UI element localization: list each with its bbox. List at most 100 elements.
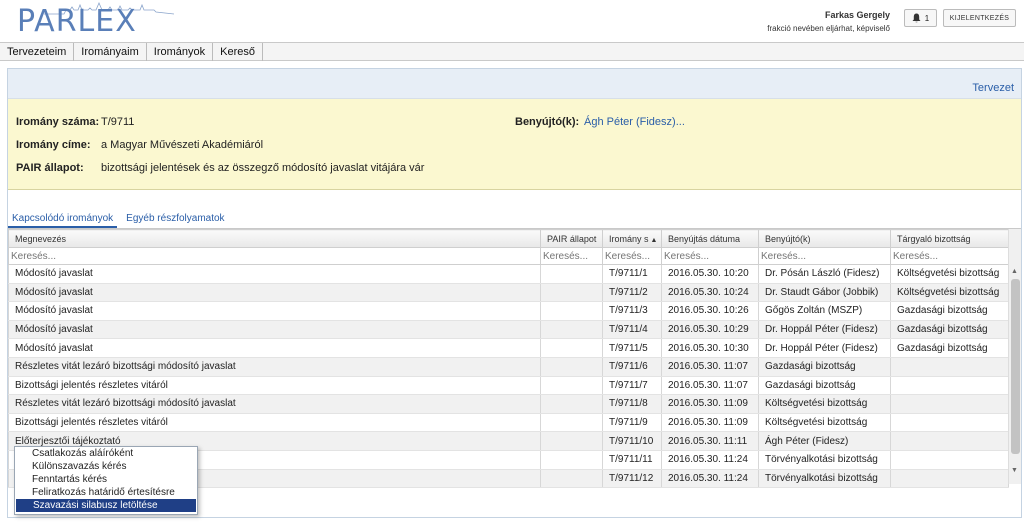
scroll-up-icon[interactable]: ▲ xyxy=(1011,268,1018,275)
column-header-megnevezes[interactable]: Megnevezés xyxy=(8,229,541,248)
cell-megnevezes: Bizottsági jelentés részletes vitáról xyxy=(8,413,541,433)
popup-item-csatlakozas[interactable]: Csatlakozás aláíróként xyxy=(15,447,197,460)
benyujto-label: Benyújtó(k): xyxy=(515,116,580,128)
cell-targyalo-bizottsag xyxy=(890,394,1009,414)
parlex-logo[interactable]: PARLEX xyxy=(17,4,137,39)
cell-targyalo-bizottsag: Gazdasági bizottság xyxy=(890,338,1009,358)
popup-item-feliratkozas[interactable]: Feliratkozás határidő értesítésre xyxy=(15,486,197,499)
cell-pair-allapot xyxy=(540,376,603,396)
cell-benyujto: Törvényalkotási bizottság xyxy=(758,469,891,489)
filter-input-benyujto[interactable] xyxy=(761,249,888,263)
cell-megnevezes: Módosító javaslat xyxy=(8,283,541,303)
cell-pair-allapot xyxy=(540,283,603,303)
cell-targyalo-bizottsag: Gazdasági bizottság xyxy=(890,320,1009,340)
filter-input-megnevezes[interactable] xyxy=(11,249,538,263)
cell-iromany-szam: T/9711/5 xyxy=(602,338,662,358)
table-row[interactable]: Módosító javaslat T/9711/5 2016.05.30. 10:… xyxy=(8,338,1009,358)
cell-benyujtas-datuma: 2016.05.30. 11:11 xyxy=(661,431,759,451)
cell-iromany-szam: T/9711/1 xyxy=(602,264,662,284)
cell-megnevezes: Módosító javaslat xyxy=(8,301,541,321)
cell-benyujtas-datuma: 2016.05.30. 10:26 xyxy=(661,301,759,321)
user-role: frakció nevében eljárhat, képviselő xyxy=(767,24,890,33)
cell-benyujto: Gőgös Zoltán (MSZP) xyxy=(758,301,891,321)
grid-filter-row xyxy=(8,247,1009,265)
tab-egyeb-reszfolyamatok[interactable]: Egyéb részfolyamatok xyxy=(122,211,228,228)
table-row[interactable]: Módosító javaslat T/9711/3 2016.05.30. 10:… xyxy=(8,301,1009,321)
cell-pair-allapot xyxy=(540,431,603,451)
menu-item-tervezeteim[interactable]: Tervezeteim xyxy=(0,43,75,61)
column-header-targyalo-bizottsag[interactable]: Tárgyaló bizottság xyxy=(890,229,1009,248)
menu-item-iromanyok[interactable]: Irományok xyxy=(147,43,214,61)
popup-item-fenntartas[interactable]: Fenntartás kérés xyxy=(15,473,197,486)
table-row[interactable]: Bizottsági jelentés részletes vitáról T/9… xyxy=(8,413,1009,433)
table-row[interactable]: Bizottsági jelentés részletes vitáról T/9… xyxy=(8,376,1009,396)
cell-benyujto: Gazdasági bizottság xyxy=(758,376,891,396)
table-row[interactable]: Módosító javaslat T/9711/4 2016.05.30. 10:… xyxy=(8,320,1009,340)
table-row[interactable]: Módosító javaslat T/9711/2 2016.05.30. 10:… xyxy=(8,283,1009,303)
popup-item-kulonszavazas[interactable]: Különszavazás kérés xyxy=(15,460,197,473)
filter-cell xyxy=(602,247,662,265)
cell-iromany-szam: T/9711/10 xyxy=(602,431,662,451)
pair-allapot-value: bizottsági jelentések és az összegző mód… xyxy=(101,162,425,174)
bell-icon xyxy=(912,13,921,23)
cell-iromany-szam: T/9711/4 xyxy=(602,320,662,340)
actions-popup-menu: Csatlakozás aláíróként Különszavazás kéré… xyxy=(14,446,198,515)
cell-megnevezes: Részletes vitát lezáró bizottsági módosí… xyxy=(8,394,541,414)
filter-cell xyxy=(890,247,1009,265)
cell-benyujto: Dr. Hoppál Péter (Fidesz) xyxy=(758,320,891,340)
grid-scrollbar[interactable]: ▲ ▼ xyxy=(1008,229,1021,484)
column-header-benyujtas-datuma[interactable]: Benyújtás dátuma xyxy=(661,229,759,248)
pair-allapot-label: PAIR állapot: xyxy=(16,162,84,174)
logout-button[interactable]: KIJELENTKEZÉS xyxy=(943,9,1016,27)
cell-megnevezes: Bizottsági jelentés részletes vitáról xyxy=(8,376,541,396)
cell-pair-allapot xyxy=(540,413,603,433)
tab-kapcsolodo-iromanyok[interactable]: Kapcsolódó irományok xyxy=(8,211,118,228)
cell-benyujto: Dr. Hoppál Péter (Fidesz) xyxy=(758,338,891,358)
cell-pair-allapot xyxy=(540,264,603,284)
table-row[interactable]: Részletes vitát lezáró bizottsági módosí… xyxy=(8,357,1009,377)
cell-targyalo-bizottsag xyxy=(890,431,1009,451)
filter-input-benyujtas-datuma[interactable] xyxy=(664,249,756,263)
menu-item-kereso[interactable]: Kereső xyxy=(213,43,263,61)
cell-benyujtas-datuma: 2016.05.30. 10:20 xyxy=(661,264,759,284)
iromany-szama-label: Iromány száma: xyxy=(16,116,100,128)
cell-iromany-szam: T/9711/2 xyxy=(602,283,662,303)
filter-input-targyalo-bizottsag[interactable] xyxy=(893,249,1006,263)
cell-benyujtas-datuma: 2016.05.30. 11:07 xyxy=(661,357,759,377)
cell-iromany-szam: T/9711/6 xyxy=(602,357,662,377)
user-info: Farkas Gergely frakció nevében eljárhat,… xyxy=(767,9,890,35)
column-header-iromany-szam[interactable]: Iromány s ▲ xyxy=(602,229,662,248)
sort-ascending-icon: ▲ xyxy=(650,236,658,244)
filter-input-pair-allapot[interactable] xyxy=(543,249,600,263)
cell-benyujto: Dr. Pósán László (Fidesz) xyxy=(758,264,891,284)
cell-iromany-szam: T/9711/8 xyxy=(602,394,662,414)
scroll-down-icon[interactable]: ▼ xyxy=(1011,467,1018,474)
cell-targyalo-bizottsag: Költségvetési bizottság xyxy=(890,264,1009,284)
cell-pair-allapot xyxy=(540,469,603,489)
table-row[interactable]: Részletes vitát lezáró bizottsági módosí… xyxy=(8,394,1009,414)
cell-pair-allapot xyxy=(540,338,603,358)
scrollbar-thumb[interactable] xyxy=(1011,279,1020,454)
cell-targyalo-bizottsag: Költségvetési bizottság xyxy=(890,283,1009,303)
filter-cell xyxy=(758,247,891,265)
filter-input-iromany-szam[interactable] xyxy=(605,249,659,263)
cell-pair-allapot xyxy=(540,450,603,470)
cell-targyalo-bizottsag xyxy=(890,450,1009,470)
cell-benyujtas-datuma: 2016.05.30. 10:24 xyxy=(661,283,759,303)
column-header-benyujto[interactable]: Benyújtó(k) xyxy=(758,229,891,248)
column-header-pair-allapot[interactable]: PAIR állapot xyxy=(540,229,603,248)
tervezet-link[interactable]: Tervezet xyxy=(972,82,1014,94)
cell-benyujtas-datuma: 2016.05.30. 11:24 xyxy=(661,469,759,489)
cell-targyalo-bizottsag xyxy=(890,413,1009,433)
cell-benyujto: Ágh Péter (Fidesz) xyxy=(758,431,891,451)
cell-iromany-szam: T/9711/9 xyxy=(602,413,662,433)
benyujto-link[interactable]: Ágh Péter (Fidesz)... xyxy=(584,116,685,128)
notifications-button[interactable]: 1 xyxy=(904,9,937,27)
menu-item-iromanyaim[interactable]: Irományaim xyxy=(74,43,147,61)
table-row[interactable]: Módosító javaslat T/9711/1 2016.05.30. 10:… xyxy=(8,264,1009,284)
document-info: Iromány száma: T/9711 Iromány címe: a Ma… xyxy=(8,99,1021,190)
app-header: PARLEX Farkas Gergely frakció nevében el… xyxy=(0,0,1024,43)
cell-iromany-szam: T/9711/12 xyxy=(602,469,662,489)
cell-benyujto: Dr. Staudt Gábor (Jobbik) xyxy=(758,283,891,303)
popup-item-szavazasi-silabusz[interactable]: Szavazási silabusz letöltése xyxy=(16,499,196,512)
